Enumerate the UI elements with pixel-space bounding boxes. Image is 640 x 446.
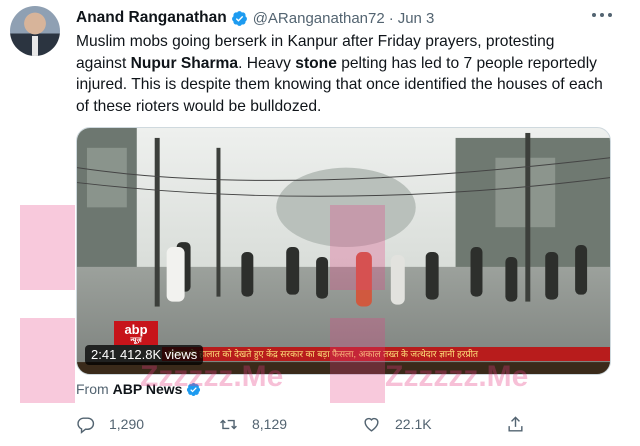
reply-count: 1,290 — [109, 416, 145, 432]
avatar[interactable] — [10, 6, 60, 56]
tweet-text-segment: . Heavy — [238, 54, 296, 72]
watermark-block — [20, 318, 75, 403]
reply-icon — [77, 416, 95, 434]
more-icon[interactable] — [592, 8, 612, 22]
view-count: 412.8K views — [119, 347, 198, 362]
reply-button[interactable]: 1,290 — [76, 412, 144, 436]
tweet-text-bold: Nupur Sharma — [130, 54, 239, 72]
video-time: 2:41 — [91, 347, 117, 362]
video-player[interactable]: abp न्यूज़ पंजाब के हालात को देखते हुए के… — [76, 127, 611, 375]
tweet-header: Anand Ranganathan @ARanganathan72 · Jun … — [76, 7, 434, 29]
verified-badge-icon — [231, 10, 247, 26]
channel-logo-text: abp — [124, 322, 148, 337]
news-ticker: पंजाब के हालात को देखते हुए केंद्र सरकार… — [162, 347, 610, 361]
channel-logo: abp न्यूज़ — [114, 321, 158, 345]
like-icon — [364, 417, 379, 432]
header-separator: · — [388, 9, 394, 27]
source-link[interactable]: ABP News — [113, 381, 183, 397]
author-name[interactable]: Anand Ranganathan — [76, 9, 227, 27]
video-stats: 2:41 412.8K views — [85, 345, 204, 365]
share-button[interactable] — [506, 412, 539, 436]
retweet-button[interactable]: 8,129 — [219, 412, 287, 436]
author-handle[interactable]: @ARanganathan72 — [253, 10, 385, 27]
tweet-text-bold: stone — [295, 54, 337, 72]
tweet-card[interactable]: Anand Ranganathan @ARanganathan72 · Jun … — [0, 0, 640, 446]
share-icon — [508, 415, 523, 432]
watermark-block — [20, 205, 75, 290]
like-button[interactable]: 22.1K — [362, 412, 432, 436]
source-prefix: From — [76, 381, 109, 397]
retweet-icon — [220, 419, 237, 429]
retweet-count: 8,129 — [252, 416, 288, 432]
tweet-date[interactable]: Jun 3 — [398, 10, 435, 27]
tweet-actions: 1,290 8,129 22.1K — [76, 412, 616, 436]
like-count: 22.1K — [395, 416, 432, 432]
tweet-text: Muslim mobs going berserk in Kanpur afte… — [76, 31, 604, 117]
source-attribution: From ABP News — [76, 381, 206, 397]
verified-badge-icon — [187, 382, 201, 396]
channel-logo-sub: न्यूज़ — [130, 337, 142, 344]
